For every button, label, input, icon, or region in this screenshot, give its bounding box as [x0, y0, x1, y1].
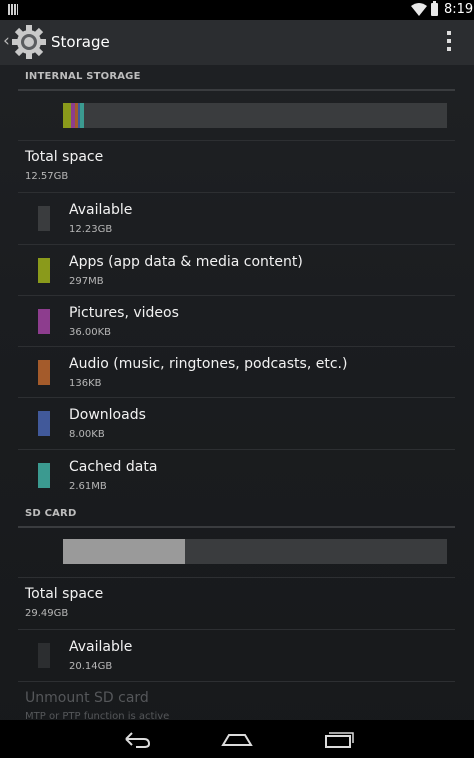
internal-storage-header-label: INTERNAL STORAGE — [25, 71, 141, 82]
pictures-color-swatch — [38, 309, 50, 334]
internal-total-value: 12.57GB — [25, 171, 69, 182]
list-item-cached-data[interactable]: Cached data 2.61MB — [18, 450, 455, 501]
item-title: Audio (music, ringtones, podcasts, etc.) — [69, 356, 348, 372]
usage-segment-available — [84, 103, 447, 128]
list-item-apps[interactable]: Apps (app data & media content) 297MB — [18, 245, 455, 296]
back-icon[interactable] — [116, 728, 156, 750]
internal-storage-header: INTERNAL STORAGE — [18, 65, 455, 91]
internal-usage-bar — [63, 103, 447, 128]
apps-color-swatch — [38, 258, 50, 283]
list-item-sd-available[interactable]: Available 20.14GB — [18, 630, 455, 681]
usage-segment-apps — [63, 103, 72, 128]
item-value: 136KB — [69, 378, 102, 389]
item-value: 12.23GB — [69, 224, 113, 235]
up-caret-icon[interactable]: ‹ — [3, 31, 10, 51]
downloads-color-swatch — [38, 411, 50, 436]
sd-total-value: 29.49GB — [25, 608, 69, 619]
item-title: Cached data — [69, 459, 158, 475]
item-value: 2.61MB — [69, 481, 107, 492]
unmount-sd-card-label: Unmount SD card — [25, 690, 149, 706]
overflow-menu-icon[interactable] — [438, 30, 460, 54]
item-title: Available — [69, 639, 133, 655]
list-item-available[interactable]: Available 12.23GB — [18, 193, 455, 244]
list-item-downloads[interactable]: Downloads 8.00KB — [18, 398, 455, 449]
status-bar: 8:19 — [0, 0, 474, 20]
battery-icon — [431, 1, 438, 16]
list-item-audio[interactable]: Audio (music, ringtones, podcasts, etc.)… — [18, 347, 455, 398]
sd-usage-bar-row — [18, 528, 455, 578]
item-value: 20.14GB — [69, 661, 113, 672]
cached-color-swatch — [38, 463, 50, 488]
audio-color-swatch — [38, 360, 50, 385]
recents-icon[interactable] — [318, 728, 358, 750]
item-value: 36.00KB — [69, 327, 112, 338]
sd-card-header: SD CARD — [18, 502, 455, 528]
settings-gear-icon[interactable] — [11, 23, 47, 61]
internal-usage-bar-row — [18, 91, 455, 141]
action-bar: ‹ Storage — [0, 20, 474, 65]
sd-total-space: Total space 29.49GB — [18, 578, 455, 628]
list-item-pictures-videos[interactable]: Pictures, videos 36.00KB — [18, 296, 455, 347]
storage-screen: 8:19 ‹ Storage INTERNAL STORAGE Total sp… — [0, 0, 474, 758]
item-title: Downloads — [69, 407, 146, 423]
navigation-bar — [0, 720, 474, 758]
item-title: Available — [69, 202, 133, 218]
usage-segment-sd-used — [63, 539, 185, 564]
internal-total-label: Total space — [25, 149, 104, 165]
sd-available-color-swatch — [38, 643, 50, 668]
sd-total-label: Total space — [25, 586, 104, 602]
internal-total-space: Total space 12.57GB — [18, 141, 455, 191]
item-value: 297MB — [69, 276, 104, 287]
available-color-swatch — [38, 206, 50, 231]
item-title: Apps (app data & media content) — [69, 254, 303, 270]
page-title: Storage — [51, 33, 110, 51]
sd-card-header-label: SD CARD — [25, 508, 77, 519]
item-value: 8.00KB — [69, 429, 105, 440]
item-title: Pictures, videos — [69, 305, 179, 321]
home-icon[interactable] — [217, 728, 257, 750]
notification-icon — [8, 4, 18, 15]
unmount-sd-card-item: Unmount SD card MTP or PTP function is a… — [18, 682, 455, 722]
status-time: 8:19 — [444, 2, 474, 17]
wifi-icon — [411, 3, 427, 16]
sd-usage-bar — [63, 539, 447, 564]
